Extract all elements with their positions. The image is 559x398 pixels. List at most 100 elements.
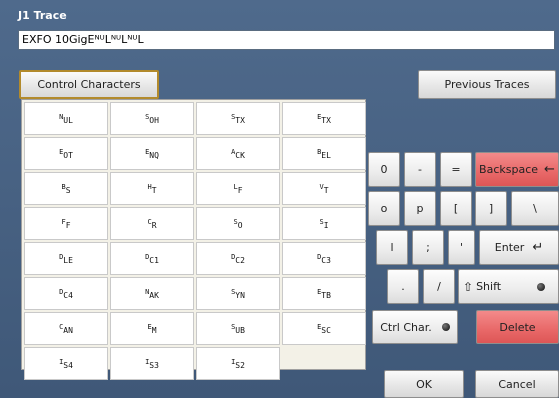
control-char-button[interactable]: S TX xyxy=(196,102,280,135)
control-characters-panel: N UL S OH S TX E TX E OT E NQ A CK B EL B S H T L F V T F F C R S O S I… xyxy=(21,99,366,380)
ctrl-char-indicator-icon xyxy=(441,323,450,331)
key-close-bracket[interactable]: ] xyxy=(475,191,507,226)
control-char-button[interactable]: D C1 xyxy=(110,242,194,275)
control-char-button[interactable]: E TX xyxy=(282,102,366,135)
control-char-button[interactable]: S OH xyxy=(110,102,194,135)
control-char-button[interactable]: CR xyxy=(110,207,194,240)
control-char-button[interactable]: I S2 xyxy=(196,347,280,380)
key-p[interactable]: p xyxy=(404,191,436,226)
key-label: . xyxy=(401,280,405,293)
delete-label: Delete xyxy=(499,320,536,334)
control-char-button[interactable]: BS xyxy=(24,172,108,205)
control-char-button[interactable]: E OT xyxy=(24,137,108,170)
enter-label: Enter xyxy=(494,241,525,254)
key-backslash[interactable]: \ xyxy=(511,191,559,226)
control-char-suffix: OH xyxy=(149,116,159,125)
control-char-button[interactable]: D C4 xyxy=(24,277,108,310)
control-char-suffix: S4 xyxy=(63,361,73,370)
key-label: 0 xyxy=(380,163,388,176)
key-0[interactable]: 0 xyxy=(368,152,400,187)
control-char-suffix: C4 xyxy=(63,291,73,300)
cancel-label: Cancel xyxy=(498,377,536,391)
control-char-suffix: O xyxy=(237,221,243,230)
control-char-button[interactable]: I S3 xyxy=(110,347,194,380)
key-minus[interactable]: - xyxy=(404,152,436,187)
control-char-button[interactable]: FF xyxy=(24,207,108,240)
key-label: - xyxy=(418,163,422,176)
control-char-button[interactable]: S UB xyxy=(196,312,280,345)
control-char-suffix: NQ xyxy=(149,151,159,160)
control-char-button[interactable]: B EL xyxy=(282,137,366,170)
control-char-suffix: TB xyxy=(321,291,331,300)
control-char-button[interactable]: S YN xyxy=(196,277,280,310)
key-semicolon[interactable]: ; xyxy=(412,230,444,265)
control-char-suffix: UL xyxy=(63,116,73,125)
control-char-button[interactable]: E SC xyxy=(282,312,366,345)
control-char-suffix: I xyxy=(323,221,329,230)
control-char-button[interactable]: N UL xyxy=(24,102,108,135)
previous-traces-label: Previous Traces xyxy=(444,78,530,91)
control-char-suffix: TX xyxy=(235,116,245,125)
control-char-suffix: AK xyxy=(149,291,159,300)
key-apostrophe[interactable]: ' xyxy=(448,230,475,265)
ctrl-char-key[interactable]: Ctrl Char. xyxy=(372,310,458,344)
key-label: ' xyxy=(459,241,464,254)
control-char-button[interactable]: EM xyxy=(110,312,194,345)
control-char-suffix: SC xyxy=(321,326,331,335)
control-char-suffix: UB xyxy=(235,326,245,335)
control-char-button[interactable]: I S4 xyxy=(24,347,108,380)
enter-arrow-icon: ↵ xyxy=(532,240,544,255)
shift-arrow-icon: ⇧ xyxy=(463,279,474,294)
control-char-button[interactable]: D LE xyxy=(24,242,108,275)
control-char-button[interactable]: E TB xyxy=(282,277,366,310)
key-o[interactable]: o xyxy=(368,191,400,226)
control-char-button[interactable]: D C2 xyxy=(196,242,280,275)
key-label: l xyxy=(390,241,394,254)
control-char-button[interactable]: E NQ xyxy=(110,137,194,170)
key-label: = xyxy=(451,163,461,176)
control-char-button[interactable]: A CK xyxy=(196,137,280,170)
control-char-button[interactable]: C AN xyxy=(24,312,108,345)
ok-button[interactable]: OK xyxy=(384,370,464,398)
backspace-label: Backspace xyxy=(479,163,539,176)
key-label: p xyxy=(416,202,424,215)
control-char-button[interactable]: SO xyxy=(196,207,280,240)
key-slash[interactable]: / xyxy=(423,269,455,304)
key-label: ; xyxy=(426,241,430,254)
key-open-bracket[interactable]: [ xyxy=(440,191,472,226)
enter-key[interactable]: Enter ↵ xyxy=(479,230,559,265)
key-l[interactable]: l xyxy=(376,230,408,265)
control-char-button[interactable]: VT xyxy=(282,172,366,205)
control-char-button[interactable]: D C3 xyxy=(282,242,366,275)
control-char-suffix: T xyxy=(323,186,329,195)
backspace-key[interactable]: Backspace ← xyxy=(475,152,559,187)
control-char-suffix: M xyxy=(151,326,157,335)
control-char-suffix: OT xyxy=(63,151,73,160)
control-char-button[interactable]: LF xyxy=(196,172,280,205)
control-characters-label: Control Characters xyxy=(37,78,141,91)
control-char-suffix: C3 xyxy=(321,256,331,265)
control-char-suffix: AN xyxy=(63,326,73,335)
delete-key[interactable]: Delete xyxy=(476,310,559,344)
key-label: o xyxy=(380,202,388,215)
control-char-button[interactable]: SI xyxy=(282,207,366,240)
key-period[interactable]: . xyxy=(387,269,419,304)
control-char-suffix: LE xyxy=(63,256,73,265)
control-char-suffix: R xyxy=(151,221,157,230)
control-char-button[interactable]: N AK xyxy=(110,277,194,310)
shift-key[interactable]: ⇧ Shift xyxy=(458,269,559,304)
control-char-suffix: S2 xyxy=(235,361,245,370)
control-char-suffix: S3 xyxy=(149,361,159,370)
control-char-suffix: C2 xyxy=(235,256,245,265)
key-equals[interactable]: = xyxy=(440,152,472,187)
shift-indicator-icon xyxy=(537,282,546,291)
key-label: \ xyxy=(533,202,537,215)
trace-input[interactable]: EXFO 10GigEᴺᵁLᴺᵁLᴺᵁL xyxy=(18,30,555,50)
control-characters-button[interactable]: Control Characters xyxy=(19,70,159,99)
control-char-suffix: F xyxy=(65,221,71,230)
previous-traces-button[interactable]: Previous Traces xyxy=(418,70,556,99)
key-label: / xyxy=(437,280,441,293)
control-char-suffix: C1 xyxy=(149,256,159,265)
cancel-button[interactable]: Cancel xyxy=(475,370,559,398)
control-char-button[interactable]: HT xyxy=(110,172,194,205)
